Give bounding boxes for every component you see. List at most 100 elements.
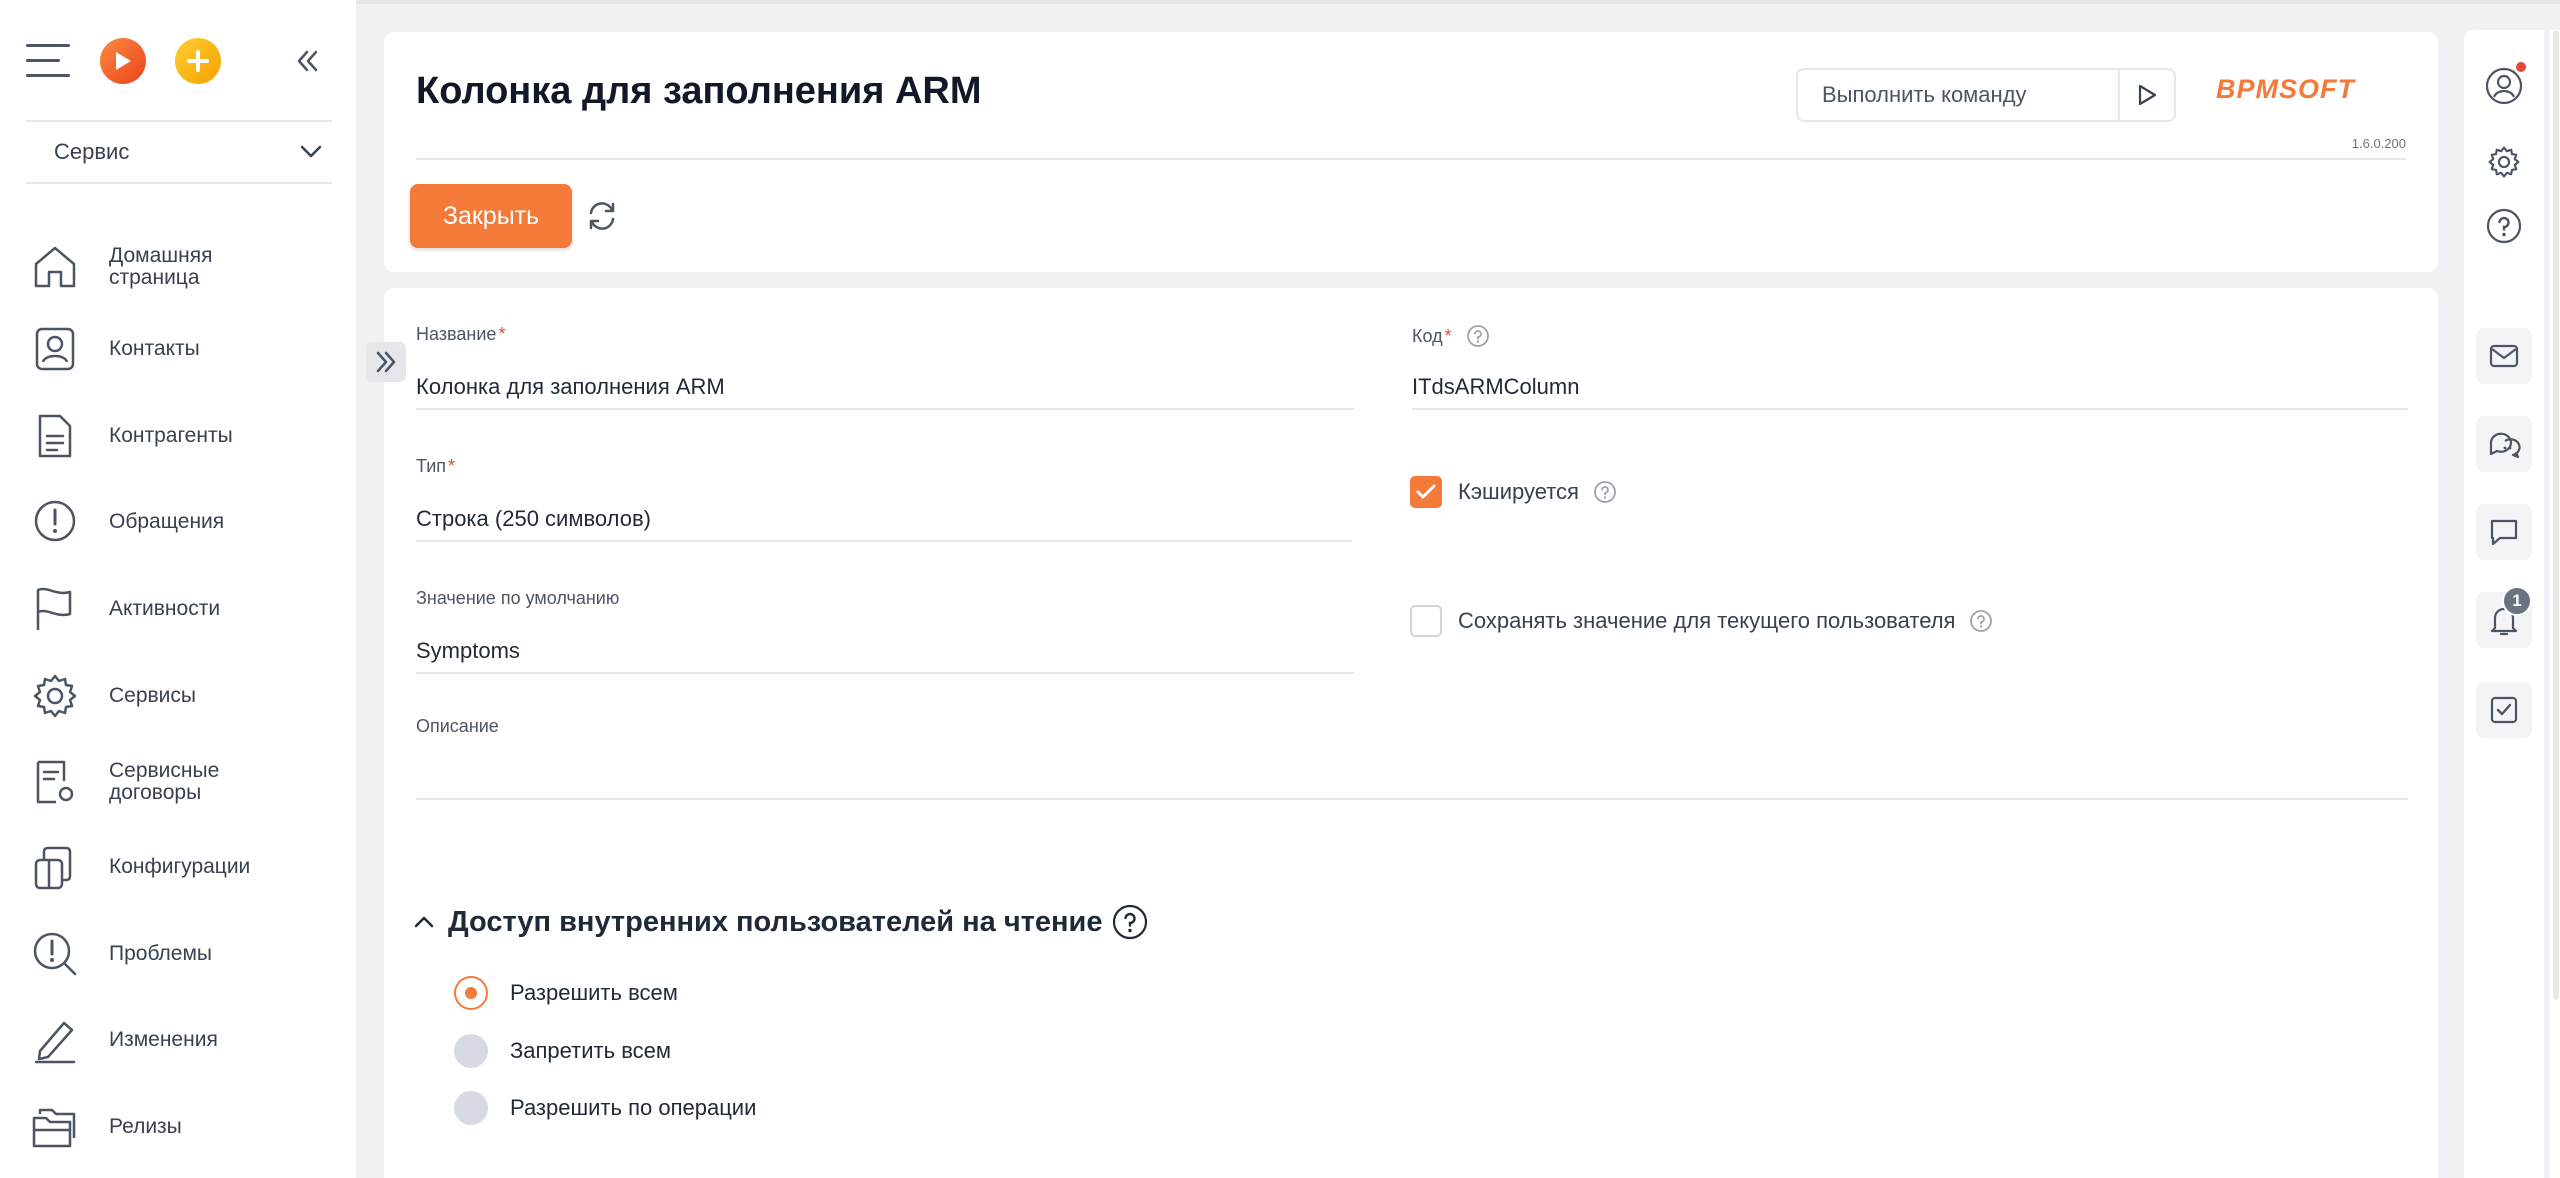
refresh-icon[interactable] — [584, 198, 620, 234]
tasks-button[interactable] — [2476, 682, 2532, 738]
radio-allow-all[interactable]: Разрешить всем — [454, 976, 678, 1010]
user-profile-button[interactable] — [2476, 58, 2532, 114]
radio-button[interactable] — [454, 1034, 488, 1068]
cached-checkbox-row[interactable]: Кэшируется — [1410, 476, 1617, 508]
radio-button[interactable] — [454, 976, 488, 1010]
field-underline — [416, 798, 2408, 800]
radio-button[interactable] — [454, 1091, 488, 1125]
sidebar-item-label: Конфигурации — [109, 855, 251, 878]
code-label: Код * — [1412, 324, 2408, 348]
contract-icon — [36, 760, 74, 804]
access-section-title: Доступ внутренних пользователей на чтени… — [448, 905, 1103, 938]
run-command-button[interactable] — [2118, 70, 2174, 120]
workplace-select-value: Сервис — [54, 139, 130, 164]
app-version: 1.6.0.200 — [2351, 136, 2406, 151]
sidebar-item-label: Активности — [109, 597, 221, 620]
run-process-button[interactable] — [100, 38, 146, 84]
command-input[interactable] — [1798, 70, 2118, 120]
header-divider — [416, 158, 2406, 160]
page-header-card: Колонка для заполнения ARM BPMSOFT 1.6.0… — [384, 32, 2438, 272]
sidebar-item-problems[interactable]: Проблемы — [0, 919, 356, 989]
sidebar-toolbar — [0, 30, 356, 94]
play-outline-icon — [2138, 84, 2157, 106]
default-value-field: Значение по умолчанию Symptoms — [416, 588, 1354, 674]
help-button[interactable] — [2476, 198, 2532, 254]
save-for-user-checkbox[interactable] — [1410, 605, 1442, 637]
home-icon — [34, 246, 76, 288]
workplace-select[interactable]: Сервис — [26, 124, 332, 180]
radio-deny-all[interactable]: Запретить всем — [454, 1034, 671, 1068]
description-field: Описание — [416, 716, 2408, 800]
user-icon — [2485, 67, 2523, 105]
help-icon[interactable] — [1466, 324, 1490, 348]
radio-allow-by-operation[interactable]: Разрешить по операции — [454, 1091, 756, 1125]
sidebar-item-label: Обращения — [109, 510, 225, 533]
cached-label: Кэшируется — [1458, 479, 1579, 504]
status-dot — [2516, 62, 2526, 72]
description-input[interactable] — [416, 756, 2408, 792]
sidebar-item-label: Релизы — [109, 1115, 182, 1138]
radio-label: Разрешить по операции — [510, 1095, 757, 1120]
cached-checkbox[interactable] — [1410, 476, 1442, 508]
help-icon[interactable] — [1112, 904, 1148, 940]
radio-label: Запретить всем — [510, 1038, 671, 1063]
add-button[interactable] — [175, 38, 221, 84]
chat-button[interactable] — [2476, 416, 2532, 472]
hamburger-menu-icon[interactable] — [26, 44, 70, 78]
left-sidebar: Сервис Домашняя страница Контакты Контраг… — [0, 0, 356, 1178]
sidebar-item-cases[interactable]: Обращения — [0, 487, 356, 557]
name-field: Название * Колонка для заполнения ARM — [416, 324, 1354, 410]
svg-text:BPMSOFT: BPMSOFT — [2216, 76, 2357, 102]
name-label: Название * — [416, 324, 506, 344]
type-field: Тип * Строка (250 символов) — [416, 456, 1352, 542]
description-label: Описание — [416, 716, 499, 736]
save-for-user-checkbox-row[interactable]: Сохранять значение для текущего пользова… — [1410, 605, 1993, 637]
help-icon[interactable] — [1969, 609, 1993, 633]
sidebar-item-label: Контакты — [109, 337, 200, 360]
problem-search-icon — [33, 932, 77, 976]
sidebar-item-accounts[interactable]: Контрагенты — [0, 401, 356, 471]
flag-icon — [36, 587, 72, 630]
brand-logo: BPMSOFT — [2216, 76, 2357, 102]
mail-icon — [2489, 344, 2519, 368]
document-icon — [38, 414, 72, 458]
sidebar-item-configurations[interactable]: Конфигурации — [0, 832, 356, 902]
sidebar-divider — [26, 120, 332, 122]
scrollbar-thumb[interactable] — [2553, 30, 2559, 1000]
help-icon[interactable] — [1593, 480, 1617, 504]
command-line — [1796, 68, 2176, 122]
sidebar-item-activities[interactable]: Активности — [0, 574, 356, 644]
email-button[interactable] — [2476, 328, 2532, 384]
type-select[interactable]: Строка (250 символов) — [416, 506, 651, 532]
sidebar-item-changes[interactable]: Изменения — [0, 1005, 356, 1075]
close-button[interactable]: Закрыть — [410, 184, 572, 248]
contact-icon — [35, 327, 75, 371]
field-underline — [416, 672, 1354, 674]
field-underline — [1412, 408, 2408, 410]
checkbox-icon — [2490, 696, 2518, 724]
sidebar-item-services[interactable]: Сервисы — [0, 661, 356, 731]
sidebar-item-releases[interactable]: Релизы — [0, 1092, 356, 1162]
access-section-header[interactable]: Доступ внутренних пользователей на чтени… — [414, 904, 1148, 940]
collapse-sidebar-icon[interactable] — [292, 46, 322, 76]
page-title: Колонка для заполнения ARM — [416, 70, 982, 112]
sidebar-item-service-contracts[interactable]: Сервисные договоры — [0, 747, 356, 817]
pencil-icon — [34, 1021, 76, 1064]
code-input[interactable]: ITdsARMColumn — [1412, 374, 1579, 400]
right-toolbar: 1 — [2464, 30, 2544, 1178]
system-settings-button[interactable] — [2476, 134, 2532, 190]
feed-button[interactable] — [2476, 504, 2532, 560]
expand-panel-button[interactable] — [366, 342, 406, 382]
field-underline — [416, 408, 1354, 410]
default-value-input[interactable]: Symptoms — [416, 638, 520, 664]
name-input[interactable]: Колонка для заполнения ARM — [416, 374, 725, 400]
type-label: Тип * — [416, 456, 456, 476]
sidebar-item-label: Домашняя страница — [109, 244, 213, 289]
radio-label: Разрешить всем — [510, 980, 678, 1005]
chat-bubbles-icon — [2489, 432, 2521, 459]
sidebar-item-contacts[interactable]: Контакты — [0, 314, 356, 384]
sidebar-item-home[interactable]: Домашняя страница — [0, 232, 356, 302]
question-circle-icon — [2486, 208, 2522, 244]
window-top-border — [0, 0, 2560, 4]
notifications-button[interactable]: 1 — [2476, 586, 2532, 648]
